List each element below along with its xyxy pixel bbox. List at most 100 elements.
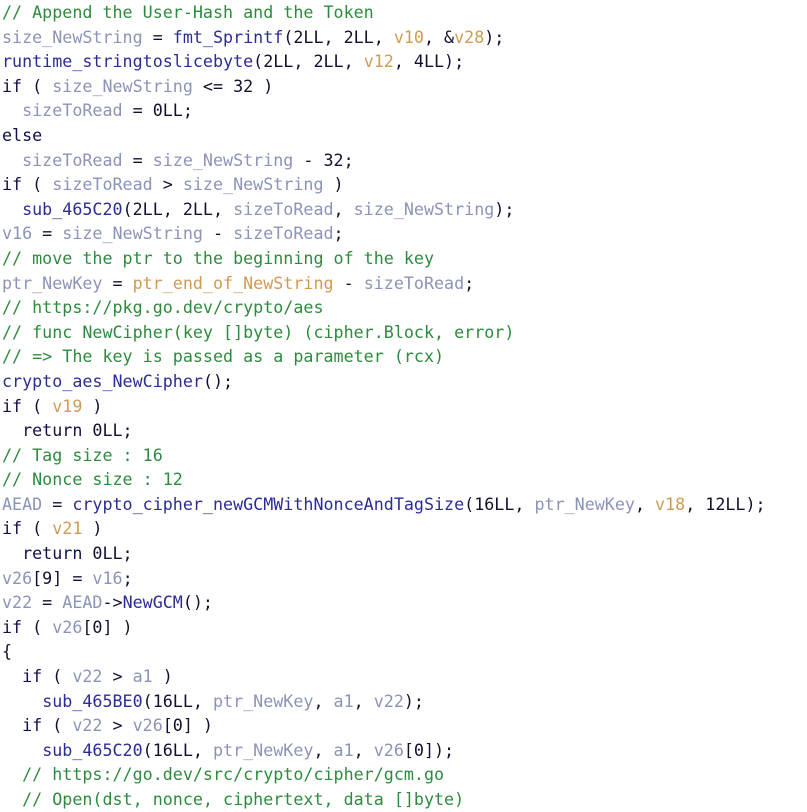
code-function-name[interactable]: runtime_stringtoslicebyte xyxy=(2,51,253,71)
code-line[interactable]: // Append the User-Hash and the Token xyxy=(0,0,807,25)
code-line[interactable]: AEAD = crypto_cipher_newGCMWithNonceAndT… xyxy=(0,492,807,517)
code-variable-highlighted[interactable]: v28 xyxy=(454,27,484,47)
code-line[interactable]: // move the ptr to the beginning of the … xyxy=(0,246,807,271)
code-variable-highlighted[interactable]: v12 xyxy=(364,51,394,71)
code-variable[interactable]: v26 xyxy=(52,617,82,637)
code-line[interactable]: crypto_aes_NewCipher(); xyxy=(0,369,807,394)
code-variable[interactable]: AEAD xyxy=(2,494,42,514)
code-text: ) xyxy=(152,666,173,687)
code-variable[interactable]: v16 xyxy=(92,568,122,588)
code-text: ( xyxy=(22,395,53,416)
code-text: ( xyxy=(22,75,53,96)
code-variable[interactable]: size_NewString xyxy=(354,199,495,219)
code-line[interactable]: return 0LL; xyxy=(0,541,807,566)
code-keyword: if xyxy=(2,518,23,539)
code-text: (); xyxy=(182,592,213,613)
code-text: = xyxy=(42,493,73,514)
code-line[interactable]: if ( size_NewString <= 32 ) xyxy=(0,74,807,99)
code-comment: // https://go.dev/src/crypto/cipher/gcm.… xyxy=(22,764,445,785)
code-keyword: return xyxy=(22,420,83,441)
code-line[interactable]: // Tag size : 16 xyxy=(0,443,807,468)
code-text: - 32; xyxy=(293,149,354,170)
code-variable[interactable]: ptr_NewKey xyxy=(534,494,634,514)
code-variable[interactable]: sizeToRead xyxy=(233,223,333,243)
code-variable[interactable]: size_NewString xyxy=(2,27,143,47)
code-line[interactable]: if ( v21 ) xyxy=(0,516,807,541)
code-variable[interactable]: v26 xyxy=(133,715,163,735)
code-line[interactable]: // Open(dst, nonce, ciphertext, data []b… xyxy=(0,787,807,812)
code-variable[interactable]: ptr_NewKey xyxy=(213,740,313,760)
code-keyword: if xyxy=(22,715,43,736)
code-variable[interactable]: size_NewString xyxy=(62,223,203,243)
code-line[interactable]: // func NewCipher(key []byte) (cipher.Bl… xyxy=(0,320,807,345)
code-variable[interactable]: AEAD xyxy=(62,592,102,612)
code-text: ( xyxy=(22,174,53,195)
code-function-name[interactable]: crypto_aes_NewCipher xyxy=(2,371,203,391)
code-variable[interactable]: v22 xyxy=(72,666,102,686)
code-function-name[interactable]: sub_465BE0 xyxy=(42,691,142,711)
code-text: ; xyxy=(464,272,475,293)
code-function-name[interactable]: NewGCM xyxy=(123,592,183,612)
code-variable[interactable]: a1 xyxy=(133,666,153,686)
code-function-name[interactable]: sub_465C20 xyxy=(42,740,142,760)
code-variable[interactable]: sizeToRead xyxy=(364,273,464,293)
code-line[interactable]: // => The key is passed as a parameter (… xyxy=(0,344,807,369)
code-variable[interactable]: ptr_NewKey xyxy=(2,273,102,293)
code-line[interactable]: sub_465C20(2LL, 2LL, sizeToRead, size_Ne… xyxy=(0,197,807,222)
code-line[interactable]: v26[9] = v16; xyxy=(0,566,807,591)
code-line[interactable]: else xyxy=(0,123,807,148)
code-variable-highlighted[interactable]: v21 xyxy=(52,518,82,538)
code-line[interactable]: ptr_NewKey = ptr_end_of_NewString - size… xyxy=(0,271,807,296)
code-line[interactable]: sizeToRead = 0LL; xyxy=(0,98,807,123)
code-text: ; xyxy=(333,223,344,244)
code-line[interactable]: // https://go.dev/src/crypto/cipher/gcm.… xyxy=(0,762,807,787)
code-line[interactable]: if ( sizeToRead > size_NewString ) xyxy=(0,172,807,197)
code-line[interactable]: if ( v22 > a1 ) xyxy=(0,664,807,689)
code-text: , xyxy=(353,739,374,760)
code-line[interactable]: sub_465C20(16LL, ptr_NewKey, a1, v26[0])… xyxy=(0,738,807,763)
code-line[interactable]: runtime_stringtoslicebyte(2LL, 2LL, v12,… xyxy=(0,49,807,74)
code-variable[interactable]: v22 xyxy=(374,691,404,711)
code-function-name[interactable]: fmt_Sprintf xyxy=(173,27,284,47)
code-variable[interactable]: ptr_NewKey xyxy=(213,691,313,711)
pseudocode-code-view[interactable]: // Append the User-Hash and the Token siz… xyxy=(0,0,807,812)
code-variable-highlighted[interactable]: v19 xyxy=(52,396,82,416)
code-variable-highlighted[interactable]: ptr_end_of_NewString xyxy=(133,273,334,293)
code-line[interactable]: v22 = AEAD->NewGCM(); xyxy=(0,590,807,615)
code-function-name[interactable]: sub_465C20 xyxy=(22,199,122,219)
code-variable[interactable]: sizeToRead xyxy=(22,150,122,170)
code-variable[interactable]: sizeToRead xyxy=(52,174,152,194)
code-text: ); xyxy=(403,690,424,711)
code-variable[interactable]: sizeToRead xyxy=(233,199,333,219)
code-text: (); xyxy=(202,370,234,391)
code-function-name[interactable]: crypto_cipher_newGCMWithNonceAndTagSize xyxy=(72,494,464,514)
code-line[interactable]: if ( v22 > v26[0] ) xyxy=(0,713,807,738)
code-variable-highlighted[interactable]: v18 xyxy=(655,494,685,514)
code-variable[interactable]: v22 xyxy=(2,592,32,612)
code-line[interactable]: if ( v19 ) xyxy=(0,394,807,419)
code-variable[interactable]: v26 xyxy=(374,740,404,760)
code-line[interactable]: // Nonce size : 12 xyxy=(0,467,807,492)
code-line[interactable]: size_NewString = fmt_Sprintf(2LL, 2LL, v… xyxy=(0,25,807,50)
code-variable[interactable]: a1 xyxy=(334,740,354,760)
code-text: (2LL, 2LL, xyxy=(283,26,394,47)
code-variable[interactable]: size_NewString xyxy=(153,150,294,170)
code-line[interactable]: if ( v26[0] ) xyxy=(0,615,807,640)
code-variable[interactable]: v16 xyxy=(2,223,32,243)
code-comment: // move the ptr to the beginning of the … xyxy=(2,247,435,268)
code-line[interactable]: return 0LL; xyxy=(0,418,807,443)
code-line[interactable]: sizeToRead = size_NewString - 32; xyxy=(0,148,807,173)
code-keyword: if xyxy=(22,666,43,687)
code-line[interactable]: sub_465BE0(16LL, ptr_NewKey, a1, v22); xyxy=(0,689,807,714)
code-variable[interactable]: v22 xyxy=(72,715,102,735)
code-line[interactable]: v16 = size_NewString - sizeToRead; xyxy=(0,221,807,246)
code-line[interactable]: // https://pkg.go.dev/crypto/aes xyxy=(0,295,807,320)
code-variable[interactable]: size_NewString xyxy=(183,174,324,194)
code-variable-highlighted[interactable]: v10 xyxy=(394,27,424,47)
code-variable[interactable]: v26 xyxy=(2,568,32,588)
code-line[interactable]: { xyxy=(0,639,807,664)
code-variable[interactable]: a1 xyxy=(334,691,354,711)
code-variable[interactable]: size_NewString xyxy=(52,76,193,96)
code-variable[interactable]: sizeToRead xyxy=(22,100,122,120)
